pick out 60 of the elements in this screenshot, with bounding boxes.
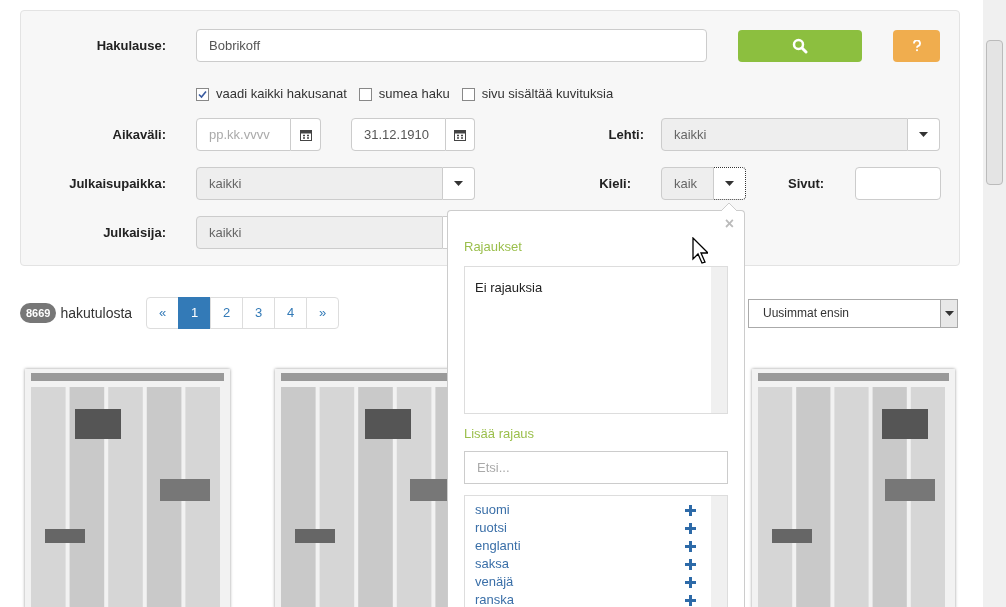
field-label: Julkaisija: [102, 223, 166, 242]
results-label: hakutulosta [60, 303, 133, 323]
checkbox-label: sumea haku [378, 85, 450, 104]
checkbox[interactable] [196, 87, 209, 101]
empty-message: Ei rajauksia [474, 278, 544, 297]
calendar-button[interactable] [446, 118, 475, 151]
dropdown-button[interactable] [714, 167, 746, 200]
plus-icon[interactable] [685, 504, 696, 516]
search-field[interactable]: Bobrikoff [196, 29, 707, 62]
calendar-icon [454, 128, 466, 141]
count-badge: 8669 [20, 302, 57, 324]
language-option[interactable]: suomi [475, 500, 510, 520]
page-link[interactable]: 4 [274, 297, 308, 329]
caret-icon [919, 132, 928, 137]
page-link[interactable]: « [146, 297, 180, 329]
page-link[interactable]: » [306, 297, 340, 329]
filter-search-field[interactable]: Etsi... [464, 451, 728, 484]
search-icon [792, 37, 808, 54]
date-field[interactable]: 31.12.1910 [351, 118, 446, 151]
field-label: Sivut: [788, 174, 825, 193]
page-link[interactable]: 3 [242, 297, 276, 329]
date-field[interactable]: pp.kk.vvvv [196, 118, 291, 151]
section-title: Lisää rajaus [464, 424, 535, 443]
plus-icon[interactable] [685, 522, 696, 534]
select-field[interactable]: kaikki [661, 118, 908, 151]
page-link[interactable]: 2 [210, 297, 244, 329]
field-label: Hakulause: [95, 36, 166, 55]
language-option[interactable]: ranska [475, 590, 515, 607]
caret-icon [725, 181, 734, 186]
calendar-icon [299, 128, 312, 141]
caret-icon [944, 310, 954, 316]
plus-icon[interactable] [685, 558, 696, 570]
calendar-button[interactable] [291, 118, 321, 151]
select-field[interactable]: kaikki [196, 216, 443, 249]
checkbox-label: vaadi kaikki hakusanat [216, 85, 347, 104]
sort-select[interactable]: Uusimmat ensin [748, 298, 958, 328]
field-label: Julkaisupaikka: [68, 174, 166, 193]
field-label: Kieli: [598, 174, 631, 193]
check-icon [198, 89, 207, 99]
checkbox-label: sivu sisältää kuvituksia [481, 85, 614, 104]
checkbox[interactable] [461, 87, 475, 101]
language-option[interactable]: englanti [475, 536, 521, 556]
scrollbar-thumb[interactable] [986, 40, 1003, 185]
checkbox[interactable] [358, 87, 372, 101]
pages-field[interactable] [855, 167, 942, 200]
language-option[interactable]: venäjä [475, 572, 514, 592]
cursor-icon [692, 237, 708, 267]
plus-icon[interactable] [685, 594, 696, 606]
language-option[interactable]: ruotsi [475, 518, 507, 538]
select-field[interactable]: kaikki [196, 167, 443, 200]
field-label: Aikaväli: [111, 125, 166, 144]
section-title: Rajaukset [464, 238, 522, 256]
page-link[interactable]: 1 [178, 297, 212, 329]
select-field[interactable]: kaik [661, 167, 714, 200]
field-label: Lehti: [607, 125, 644, 144]
plus-icon[interactable] [685, 576, 696, 588]
language-option[interactable]: saksa [475, 554, 509, 574]
caret-icon [454, 181, 463, 186]
question-icon [912, 39, 921, 52]
plus-icon[interactable] [685, 540, 696, 552]
